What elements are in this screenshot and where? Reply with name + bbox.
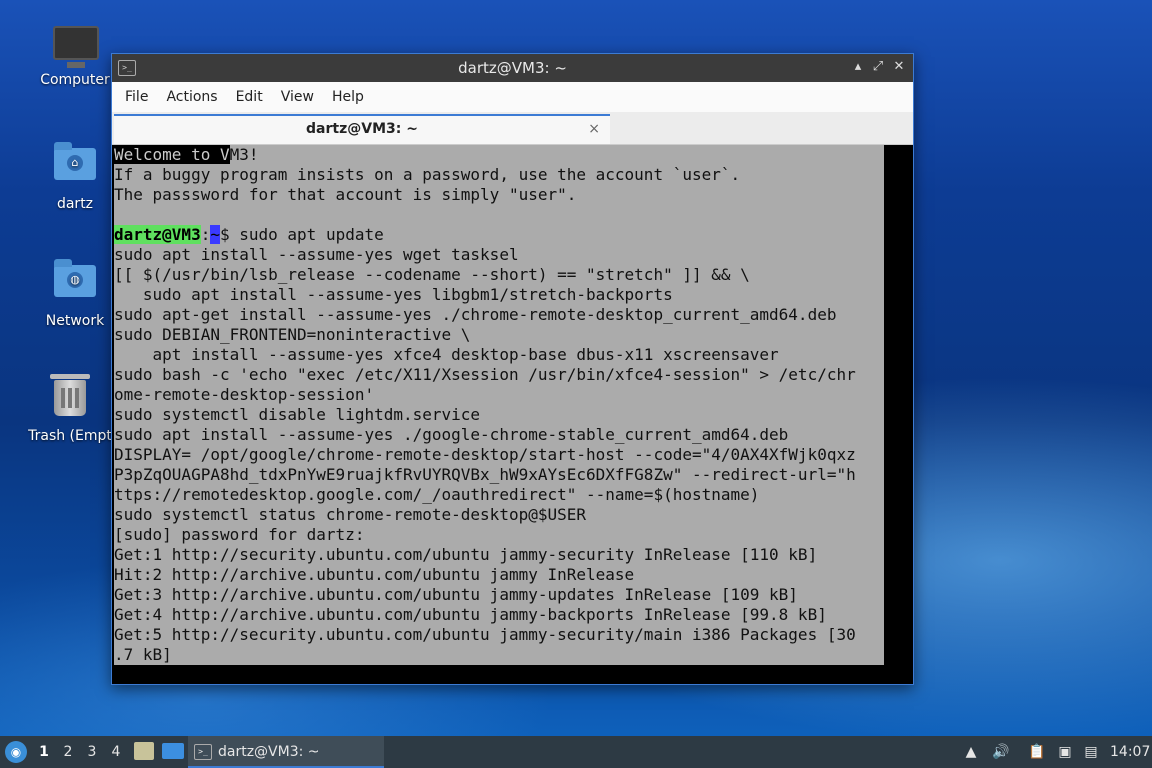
terminal-line: Welcome to VM3! [114, 145, 884, 165]
terminal-text: M3! [229, 145, 259, 164]
terminal-line: ome-remote-desktop-session' [114, 385, 375, 404]
tray-up-arrow-icon[interactable]: ▲ [960, 736, 982, 768]
prompt-command: $ sudo apt update [219, 225, 384, 244]
terminal-line: ttps://remotedesktop.google.com/_/oauthr… [114, 485, 760, 504]
terminal-line: Get:5 http://security.ubuntu.com/ubuntu … [114, 625, 856, 644]
menu-help[interactable]: Help [323, 89, 373, 105]
taskbar: ◉ 1 2 3 4 >_ dartz@VM3: ~ ▲ 🔊 📋 ▣ ▤ 14:0… [0, 736, 1152, 768]
home-folder-icon: ⌂ [53, 142, 97, 192]
terminal-line: The passsword for that account is simply… [114, 185, 577, 204]
menu-edit[interactable]: Edit [227, 89, 272, 105]
tab-close-icon[interactable]: × [588, 116, 600, 142]
terminal-line: sudo apt install --assume-yes ./google-c… [114, 425, 789, 444]
window-titlebar[interactable]: >_ dartz@VM3: ~ ▴ ⤢ ✕ [112, 54, 913, 82]
clipboard-icon[interactable]: 📋 [1026, 736, 1048, 768]
prompt-path: ~ [210, 225, 220, 244]
terminal-line: If a buggy program insists on a password… [114, 165, 741, 184]
taskbar-item-terminal[interactable]: >_ dartz@VM3: ~ [188, 736, 384, 768]
terminal-line: P3pZqOUAGPA8hd_tdxPnYwE9ruajkfRvUYRQVBx_… [114, 465, 856, 484]
tab-terminal[interactable]: dartz@VM3: ~ × [114, 114, 610, 144]
workspace-3[interactable]: 3 [82, 736, 102, 768]
terminal-line: Get:4 http://archive.ubuntu.com/ubuntu j… [114, 605, 827, 624]
terminal-line: .7 kB] [114, 645, 172, 664]
trash-icon [48, 374, 92, 424]
terminal-line: [sudo] password for dartz: [114, 525, 365, 544]
terminal-line: sudo systemctl disable lightdm.service [114, 405, 481, 424]
terminal-line: sudo apt-get install --assume-yes ./chro… [114, 305, 837, 324]
prompt-user: dartz@VM3 [114, 225, 201, 244]
selected-text: Welcome to V [114, 145, 230, 164]
computer-icon [53, 24, 99, 68]
desktop-icon-label: Trash (Empt [28, 428, 112, 444]
terminal-line: sudo systemctl status chrome-remote-desk… [114, 505, 587, 524]
desktop-icon-label: Computer [40, 72, 110, 88]
desktop-icon-label: dartz [56, 196, 94, 212]
terminal-line: [[ $(/usr/bin/lsb_release --codename --s… [114, 265, 750, 284]
terminal-prompt-line: dartz@VM3:~$ sudo apt update [114, 225, 884, 245]
window-title: dartz@VM3: ~ [458, 59, 567, 77]
terminal-line: DISPLAY= /opt/google/chrome-remote-deskt… [114, 445, 856, 464]
terminal-line: sudo apt install --assume-yes wget tasks… [114, 245, 519, 264]
network-tray-icon[interactable]: ▣ [1054, 736, 1076, 768]
start-menu-icon[interactable]: ◉ [5, 741, 27, 763]
workspace-1[interactable]: 1 [34, 736, 54, 768]
desktop-icon-network[interactable]: ◍ Network [25, 257, 125, 329]
volume-icon[interactable]: 🔊 [990, 736, 1012, 768]
notification-icon[interactable]: ▤ [1080, 736, 1102, 768]
terminal-line: Hit:2 http://archive.ubuntu.com/ubuntu j… [114, 565, 635, 584]
prompt-colon: : [200, 225, 211, 244]
network-folder-icon: ◍ [53, 259, 97, 309]
close-button[interactable]: ✕ [890, 58, 908, 76]
terminal-line: sudo DEBIAN_FRONTEND=noninteractive \ [114, 325, 471, 344]
terminal-scrollbar[interactable] [885, 145, 911, 665]
show-desktop-icon[interactable] [162, 743, 184, 759]
menu-file[interactable]: File [116, 89, 157, 105]
taskbar-item-label: dartz@VM3: ~ [218, 744, 320, 760]
desktop-icon-trash[interactable]: Trash (Empt [25, 374, 115, 444]
desktop-icon-computer[interactable]: Computer [25, 24, 125, 88]
file-manager-launcher-icon[interactable] [134, 742, 154, 760]
workspace-2[interactable]: 2 [58, 736, 78, 768]
terminal-window: >_ dartz@VM3: ~ ▴ ⤢ ✕ File Actions Edit … [111, 53, 914, 685]
terminal-line: sudo bash -c 'echo "exec /etc/X11/Xsessi… [114, 365, 856, 384]
clock[interactable]: 14:07 [1110, 736, 1150, 768]
menu-bar: File Actions Edit View Help [112, 82, 913, 112]
desktop-icon-home-folder[interactable]: ⌂ dartz [25, 140, 125, 212]
workspace-4[interactable]: 4 [106, 736, 126, 768]
terminal-line: Get:3 http://archive.ubuntu.com/ubuntu j… [114, 585, 798, 604]
terminal-line: sudo apt install --assume-yes libgbm1/st… [114, 285, 673, 304]
terminal-icon: >_ [194, 744, 212, 760]
menu-actions[interactable]: Actions [157, 89, 226, 105]
maximize-button[interactable]: ⤢ [869, 58, 887, 76]
minimize-button[interactable]: ▴ [849, 58, 867, 76]
terminal-area[interactable]: Welcome to VM3! If a buggy program insis… [112, 145, 913, 684]
tab-title: dartz@VM3: ~ [306, 121, 418, 137]
terminal-line: Get:1 http://security.ubuntu.com/ubuntu … [114, 545, 818, 564]
desktop-icon-label: Network [45, 313, 105, 329]
terminal-output[interactable]: Welcome to VM3! If a buggy program insis… [114, 145, 884, 665]
terminal-line: apt install --assume-yes xfce4 desktop-b… [114, 345, 779, 364]
tab-bar: dartz@VM3: ~ × [112, 112, 913, 145]
menu-view[interactable]: View [272, 89, 323, 105]
